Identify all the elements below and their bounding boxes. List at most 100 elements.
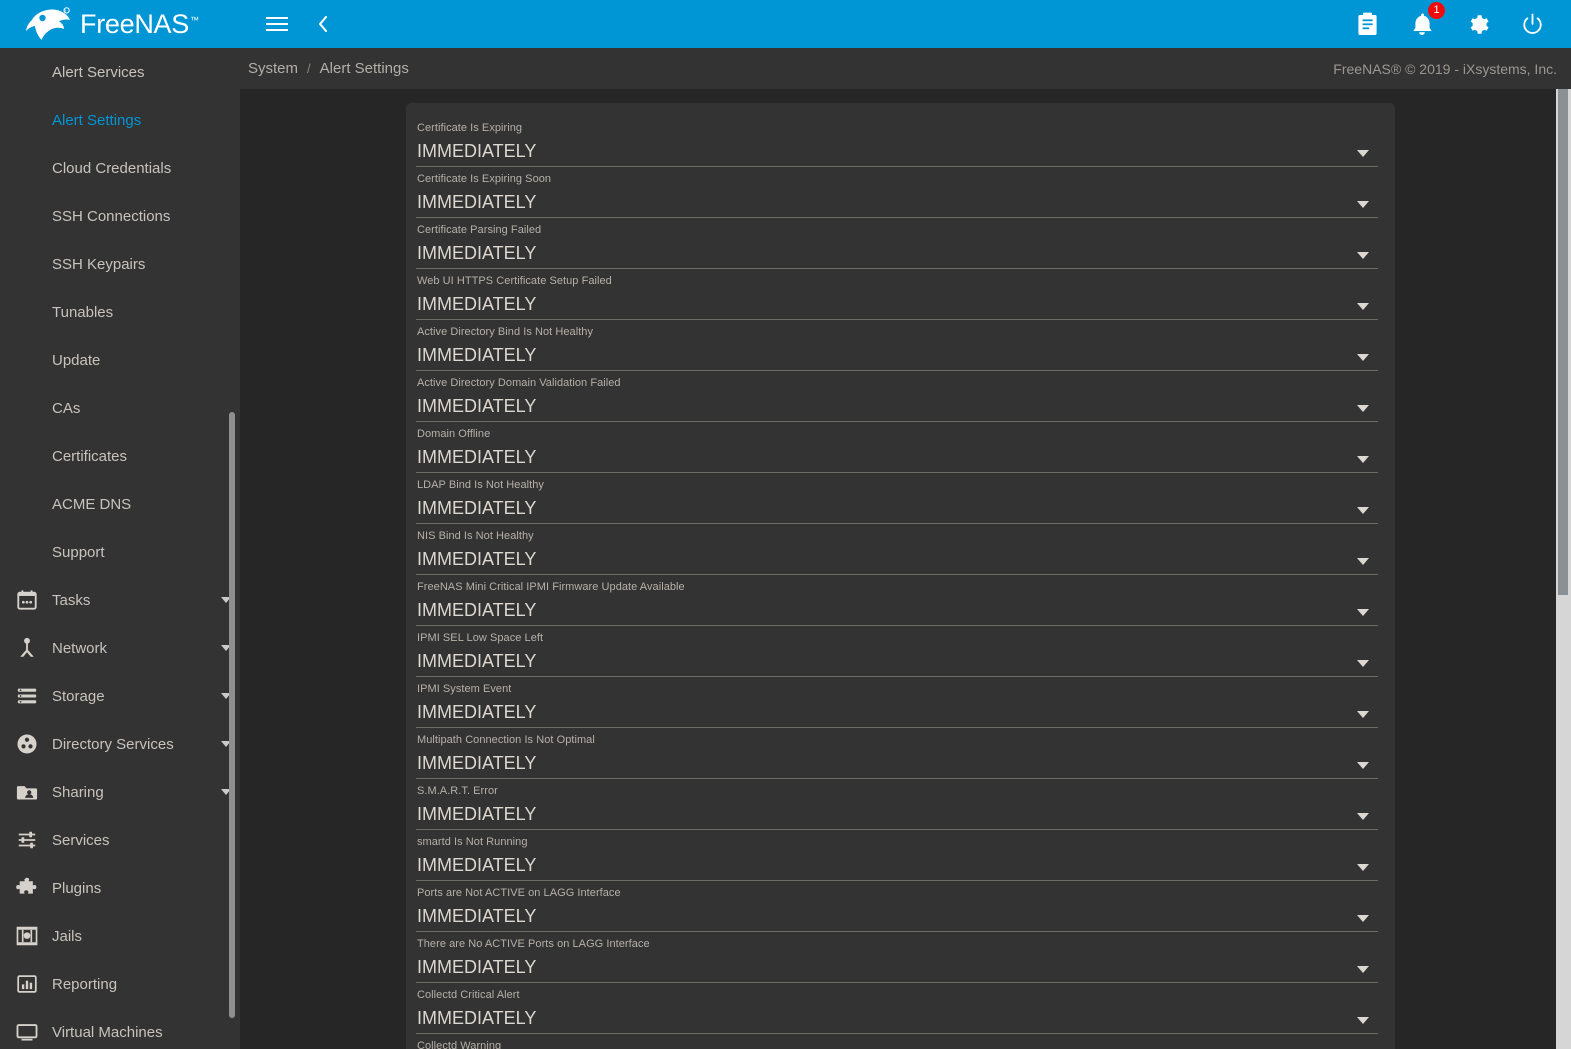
sidebar-scrollbar-thumb[interactable] [229,412,235,1018]
alert-setting-value[interactable]: IMMEDIATELY [416,288,1378,317]
sidebar-item-acme-dns[interactable]: ACME DNS [0,480,240,528]
chevron-down-icon[interactable] [1357,456,1369,463]
sidebar-item-directory-services[interactable]: Directory Services [0,720,240,768]
breadcrumb: System / Alert Settings [248,60,409,77]
alert-setting-value[interactable]: IMMEDIATELY [416,645,1378,674]
breadcrumb-item-system[interactable]: System [248,60,298,77]
sidebar-item-reporting[interactable]: Reporting [0,960,240,1008]
alert-setting-value[interactable]: IMMEDIATELY [416,747,1378,776]
chevron-down-icon[interactable] [212,645,240,651]
alert-setting-field[interactable]: smartd Is Not Running IMMEDIATELY [416,830,1378,881]
chevron-down-icon[interactable] [1357,813,1369,820]
alert-setting-value[interactable]: IMMEDIATELY [416,390,1378,419]
sidebar-item-storage[interactable]: Storage [0,672,240,720]
sidebar-item-jails[interactable]: Jails [0,912,240,960]
alert-setting-field[interactable]: Multipath Connection Is Not Optimal IMMED… [416,728,1378,779]
alert-setting-field[interactable]: Certificate Is Expiring IMMEDIATELY [416,116,1378,167]
alert-setting-value[interactable]: IMMEDIATELY [416,951,1378,980]
chevron-down-icon[interactable] [1357,762,1369,769]
sidebar-item-cas[interactable]: CAs [0,384,240,432]
chevron-down-icon[interactable] [1357,609,1369,616]
alert-setting-label: Collectd Critical Alert [417,989,520,1001]
chevron-down-icon[interactable] [1357,201,1369,208]
alert-setting-value[interactable]: IMMEDIATELY [416,798,1378,827]
alert-setting-field[interactable]: FreeNAS Mini Critical IPMI Firmware Upda… [416,575,1378,626]
storage-disks-icon [17,688,37,704]
alert-setting-value[interactable]: IMMEDIATELY [416,696,1378,725]
alert-setting-field[interactable]: Ports are Not ACTIVE on LAGG Interface IM… [416,881,1378,932]
alert-setting-field[interactable]: LDAP Bind Is Not Healthy IMMEDIATELY [416,473,1378,524]
chevron-down-icon[interactable] [1357,252,1369,259]
sidebar-item-sharing[interactable]: Sharing [0,768,240,816]
chevron-down-icon[interactable] [1357,507,1369,514]
alert-setting-value[interactable]: IMMEDIATELY [416,492,1378,521]
alert-setting-value[interactable]: IMMEDIATELY [416,900,1378,929]
alert-setting-field[interactable]: Active Directory Domain Validation Faile… [416,371,1378,422]
sidebar-item-ssh-connections[interactable]: SSH Connections [0,192,240,240]
sidebar-item-tasks[interactable]: Tasks [0,576,240,624]
sidebar-item-certificates[interactable]: Certificates [0,432,240,480]
chevron-down-icon[interactable] [1357,1017,1369,1024]
alert-setting-field[interactable]: IPMI System Event IMMEDIATELY [416,677,1378,728]
chevron-down-icon[interactable] [1357,915,1369,922]
sliders-services-icon [16,829,52,851]
alert-setting-value[interactable]: IMMEDIATELY [416,1002,1378,1031]
alerts-notifications-button[interactable]: 1 [1407,2,1445,39]
chevron-down-icon[interactable] [212,597,240,603]
main-content-area: Certificate Is Expiring IMMEDIATELY Certif… [240,89,1571,1049]
alert-setting-field[interactable]: Certificate Parsing Failed IMMEDIATELY [416,218,1378,269]
sidebar-item-virtual-machines[interactable]: Virtual Machines [0,1008,240,1049]
alert-setting-value[interactable]: IMMEDIATELY [416,594,1378,623]
alert-setting-field[interactable]: Active Directory Bind Is Not Healthy IMME… [416,320,1378,371]
sidebar-item-cloud-credentials[interactable]: Cloud Credentials [0,144,240,192]
brand-logo-area[interactable]: R FreeNAS™ [0,0,240,48]
alert-setting-value[interactable]: IMMEDIATELY [416,237,1378,266]
alert-setting-field[interactable]: There are No ACTIVE Ports on LAGG Interf… [416,932,1378,983]
chevron-down-icon[interactable] [1357,150,1369,157]
alert-setting-field[interactable]: Certificate Is Expiring Soon IMMEDIATELY [416,167,1378,218]
sidebar-item-tunables[interactable]: Tunables [0,288,240,336]
chevron-down-icon[interactable] [1357,864,1369,871]
settings-button[interactable] [1462,9,1492,39]
page-vertical-scrollbar[interactable] [1556,89,1571,1049]
chevron-down-icon[interactable] [1357,303,1369,310]
alert-setting-label: Active Directory Domain Validation Faile… [417,377,621,389]
sidebar-item-ssh-keypairs[interactable]: SSH Keypairs [0,240,240,288]
alert-setting-field[interactable]: S.M.A.R.T. Error IMMEDIATELY [416,779,1378,830]
sidebar-item-alert-services[interactable]: Alert Services [0,48,240,96]
alert-setting-value[interactable]: IMMEDIATELY [416,441,1378,470]
hamburger-menu-button[interactable] [262,9,292,39]
sidebar-item-services[interactable]: Services [0,816,240,864]
alert-setting-value[interactable]: IMMEDIATELY [416,186,1378,215]
chevron-down-icon[interactable] [1357,660,1369,667]
alert-setting-field[interactable]: Web UI HTTPS Certificate Setup Failed IMM… [416,269,1378,320]
chevron-down-icon[interactable] [212,789,240,795]
sidebar-item-plugins[interactable]: Plugins [0,864,240,912]
sidebar-item-support[interactable]: Support [0,528,240,576]
alert-setting-value[interactable]: IMMEDIATELY [416,135,1378,164]
chevron-down-icon[interactable] [1357,966,1369,973]
alert-setting-field[interactable]: Domain Offline IMMEDIATELY [416,422,1378,473]
chevron-down-icon[interactable] [212,741,240,747]
tasks-manager-button[interactable] [1352,9,1382,39]
chevron-down-icon[interactable] [212,693,240,699]
alert-setting-value[interactable]: IMMEDIATELY [416,849,1378,878]
brand-name: FreeNAS™ [80,8,199,39]
sidebar-item-network[interactable]: Network [0,624,240,672]
chevron-down-icon[interactable] [1357,558,1369,565]
alert-setting-field[interactable]: Collectd Warning [416,1034,1378,1049]
alert-setting-value[interactable]: IMMEDIATELY [416,543,1378,572]
breadcrumb-item-alert-settings[interactable]: Alert Settings [320,60,409,77]
sidebar-item-update[interactable]: Update [0,336,240,384]
page-scrollbar-thumb[interactable] [1558,89,1568,595]
alert-setting-field[interactable]: IPMI SEL Low Space Left IMMEDIATELY [416,626,1378,677]
chevron-down-icon[interactable] [1357,354,1369,361]
alert-setting-field[interactable]: Collectd Critical Alert IMMEDIATELY [416,983,1378,1034]
sidebar-item-alert-settings[interactable]: Alert Settings [0,96,240,144]
chevron-down-icon[interactable] [1357,711,1369,718]
alert-setting-field[interactable]: NIS Bind Is Not Healthy IMMEDIATELY [416,524,1378,575]
alert-setting-value[interactable]: IMMEDIATELY [416,339,1378,368]
power-button[interactable] [1517,9,1547,39]
sidebar-collapse-button[interactable] [308,9,338,39]
chevron-down-icon[interactable] [1357,405,1369,412]
